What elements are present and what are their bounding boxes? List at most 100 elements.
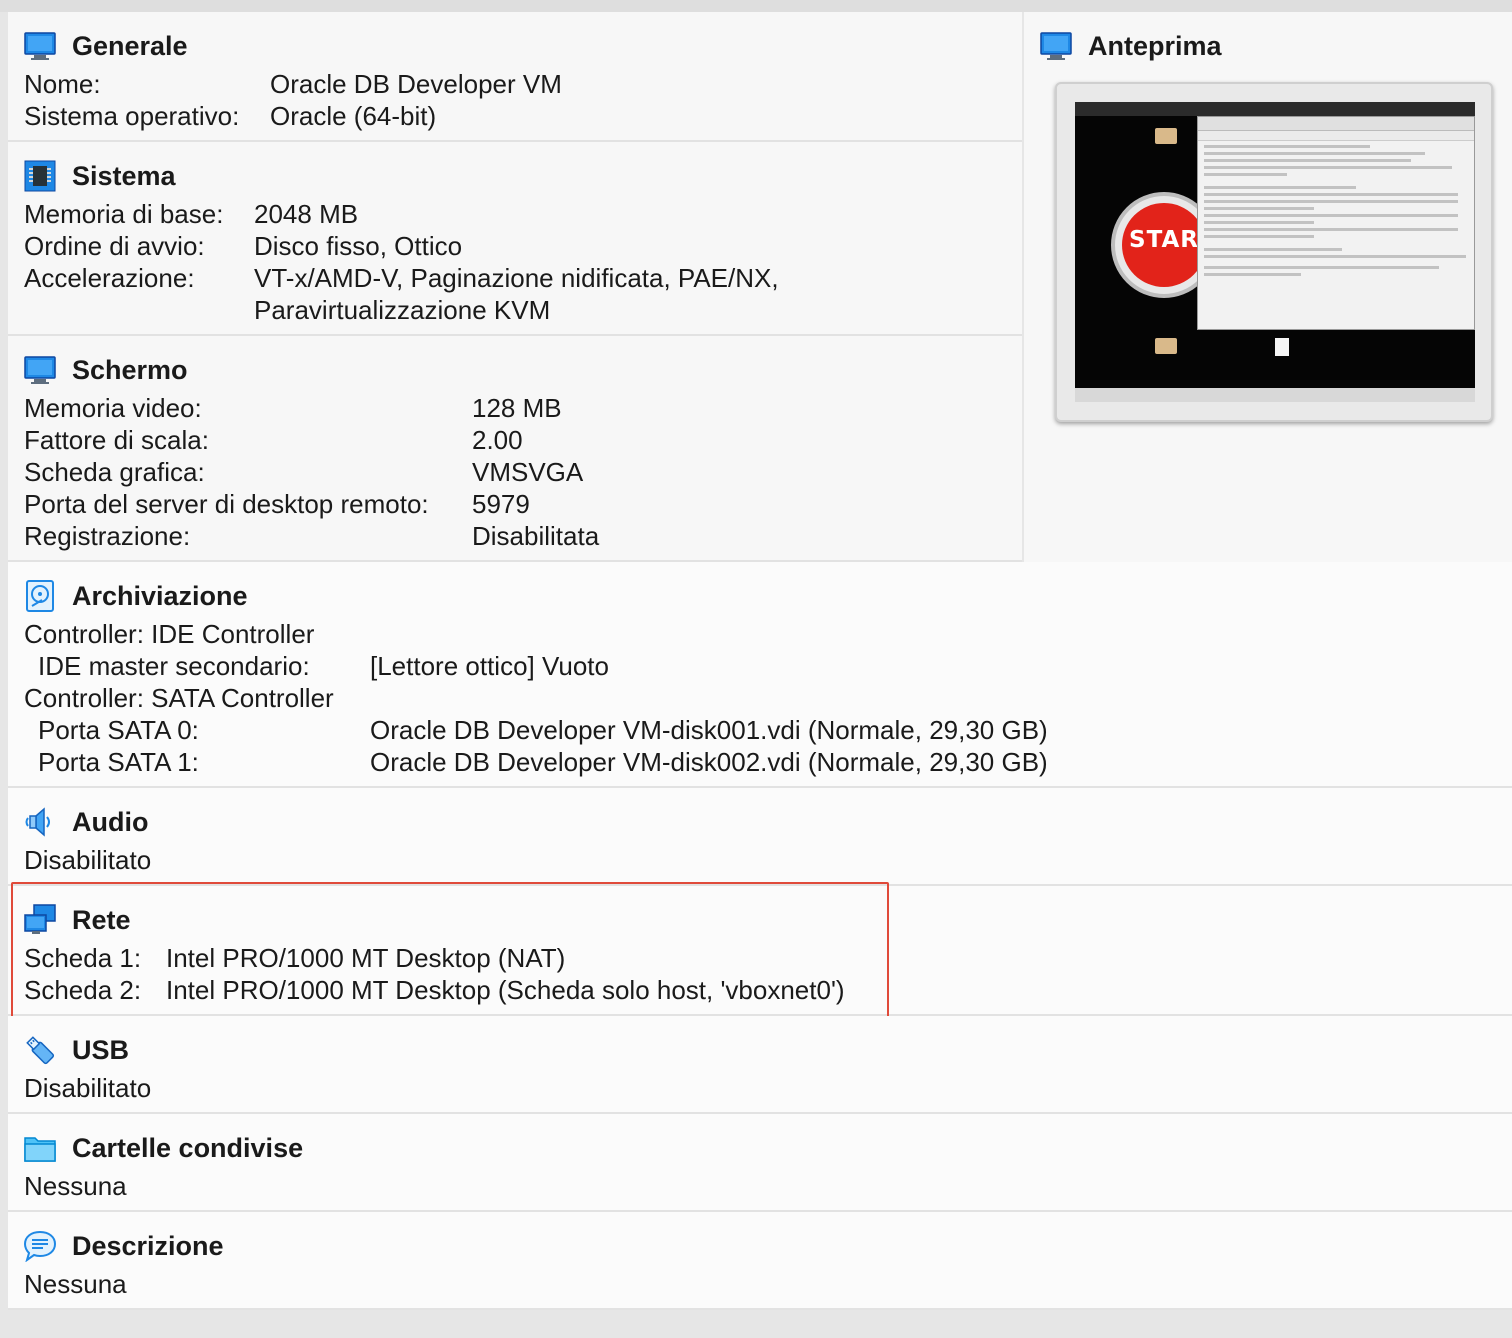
detail-label: Memoria di base: — [24, 199, 224, 229]
detail-label: Accelerazione: — [24, 263, 195, 293]
detail-value: Nessuna — [24, 1269, 127, 1299]
detail-value: Disabilitata — [472, 521, 600, 551]
detail-row: Scheda grafica: VMSVGA — [24, 456, 599, 488]
section-title: Anteprima — [1088, 30, 1222, 61]
vm-terminal-window — [1197, 116, 1475, 330]
detail-label: Porta SATA 0: — [38, 715, 199, 745]
detail-row: Memoria di base: 2048 MB — [24, 198, 779, 230]
details-rows: Memoria video: 128 MB Fattore di scala: 2.… — [24, 392, 599, 552]
details-rows: Nessuna — [24, 1268, 127, 1300]
detail-label: Porta del server di desktop remoto: — [24, 489, 429, 519]
section-header[interactable]: USB — [24, 1030, 129, 1070]
detail-row: Sistema operativo: Oracle (64-bit) — [24, 100, 562, 132]
detail-row: Nome: Oracle DB Developer VM — [24, 68, 562, 100]
details-rows: Disabilitato — [24, 844, 151, 876]
section-sistema: Sistema Memoria di base: 2048 MB Ordine d… — [8, 142, 1022, 336]
details-rows: Disabilitato — [24, 1072, 151, 1104]
detail-row: Porta SATA 0: Oracle DB Developer VM-disk… — [24, 714, 1048, 746]
detail-label: Scheda grafica: — [24, 457, 205, 487]
details-rows: Controller: IDE Controller IDE master se… — [24, 618, 1048, 778]
section-title: Archiviazione — [72, 580, 248, 611]
folder-icon — [1155, 128, 1177, 144]
details-rows: Nessuna — [24, 1170, 127, 1202]
detail-row: Memoria video: 128 MB — [24, 392, 599, 424]
detail-row: IDE master secondario: [Lettore ottico] V… — [24, 650, 1048, 682]
detail-label: Registrazione: — [24, 521, 191, 551]
detail-row: Disabilitato — [24, 844, 151, 876]
detail-label — [24, 294, 254, 326]
detail-value: 2.00 — [472, 425, 523, 455]
section-usb: USB Disabilitato — [8, 1016, 1512, 1114]
detail-value: Disabilitato — [24, 1073, 152, 1103]
file-icon — [1275, 338, 1289, 356]
detail-label: Sistema operativo: — [24, 101, 240, 131]
detail-value: Nessuna — [24, 1171, 127, 1201]
section-header[interactable]: Sistema — [24, 156, 176, 196]
detail-value: Oracle DB Developer VM — [270, 69, 562, 99]
controller-name: Controller: IDE Controller — [24, 619, 315, 649]
detail-value: Paravirtualizzazione KVM — [254, 295, 551, 325]
section-header[interactable]: Descrizione — [23, 1226, 224, 1266]
monitor-icon — [1040, 30, 1072, 62]
folder-icon — [24, 1132, 56, 1164]
section-schermo: Schermo Memoria video: 128 MB Fattore di … — [8, 336, 1022, 562]
vm-top-panel — [1075, 102, 1475, 116]
section-title: USB — [72, 1034, 130, 1065]
detail-value: [Lettore ottico] Vuoto — [370, 651, 609, 681]
section-header[interactable]: Cartelle condivise — [24, 1128, 303, 1168]
detail-value: 2048 MB — [254, 199, 359, 229]
monitor-icon — [24, 30, 56, 62]
section-title: Descrizione — [72, 1230, 224, 1261]
detail-row: Registrazione: Disabilitata — [24, 520, 599, 552]
vm-preview[interactable]: STAR — [1055, 82, 1493, 422]
section-title: Cartelle condivise — [72, 1132, 304, 1163]
detail-value: Oracle DB Developer VM-disk001.vdi (Norm… — [370, 715, 1048, 745]
detail-row: Porta SATA 1: Oracle DB Developer VM-disk… — [24, 746, 1048, 778]
detail-row: Nessuna — [24, 1170, 127, 1202]
details-rows: Memoria di base: 2048 MB Ordine di avvio:… — [24, 198, 779, 326]
folder-icon — [1155, 338, 1177, 354]
section-header[interactable]: Schermo — [24, 350, 188, 390]
detail-row: Ordine di avvio: Disco fisso, Ottico — [24, 230, 779, 262]
detail-label: IDE master secondario: — [38, 651, 310, 681]
section-descrizione: Descrizione Nessuna — [8, 1212, 1512, 1310]
controller-label: Controller: SATA Controller — [24, 682, 1048, 714]
section-title: Sistema — [72, 160, 176, 191]
section-title: Generale — [72, 30, 188, 61]
section-header[interactable]: Audio — [24, 802, 148, 842]
chip-icon — [24, 160, 56, 192]
section-header[interactable]: Archiviazione — [24, 576, 248, 616]
vm-screen-thumbnail: STAR — [1075, 102, 1475, 402]
detail-value: VMSVGA — [472, 457, 584, 487]
section-title: Audio — [72, 806, 149, 837]
detail-value: Oracle DB Developer VM-disk002.vdi (Norm… — [370, 747, 1048, 777]
details-rows: Nome: Oracle DB Developer VM Sistema oper… — [24, 68, 562, 132]
detail-row: Paravirtualizzazione KVM — [24, 294, 779, 326]
detail-value: Disco fisso, Ottico — [254, 231, 463, 261]
section-cartelle-condivise: Cartelle condivise Nessuna — [8, 1114, 1512, 1212]
section-header[interactable]: Anteprima — [1040, 26, 1222, 66]
highlight-box — [11, 882, 889, 1018]
speech-bubble-icon — [23, 1230, 57, 1263]
detail-row: Fattore di scala: 2.00 — [24, 424, 599, 456]
section-audio: Audio Disabilitato — [8, 788, 1512, 886]
detail-value: Oracle (64-bit) — [270, 101, 437, 131]
detail-value: Disabilitato — [24, 845, 152, 875]
controller-name: Controller: SATA Controller — [24, 683, 334, 713]
detail-label: Fattore di scala: — [24, 425, 209, 455]
detail-value: VT-x/AMD-V, Paginazione nidificata, PAE/… — [254, 263, 779, 293]
monitor-icon — [24, 354, 56, 386]
detail-label: Porta SATA 1: — [38, 747, 199, 777]
hard-disk-icon — [24, 580, 56, 612]
detail-row: Accelerazione: VT-x/AMD-V, Paginazione ni… — [24, 262, 779, 294]
section-header[interactable]: Generale — [24, 26, 188, 66]
section-title: Schermo — [72, 354, 188, 385]
section-generale: Generale Nome: Oracle DB Developer VM Sis… — [8, 12, 1022, 142]
usb-icon — [24, 1034, 56, 1066]
detail-row: Porta del server di desktop remoto: 5979 — [24, 488, 599, 520]
detail-label: Ordine di avvio: — [24, 231, 205, 261]
detail-value: 5979 — [472, 489, 530, 519]
start-logo-text: STAR — [1129, 227, 1199, 253]
vm-bottom-panel — [1075, 388, 1475, 402]
detail-label: Nome: — [24, 69, 101, 99]
